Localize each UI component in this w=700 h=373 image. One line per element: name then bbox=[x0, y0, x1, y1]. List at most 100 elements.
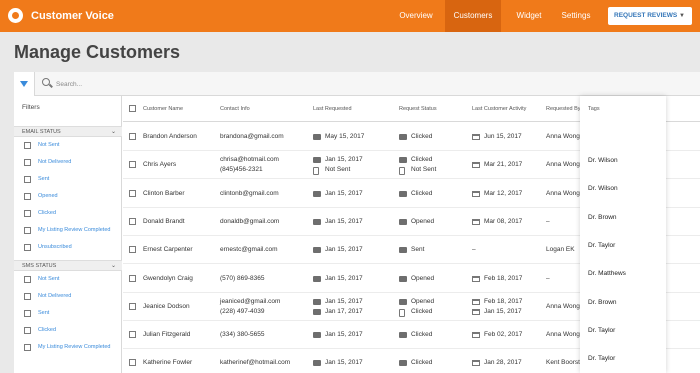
last-customer-activity: Mar 12, 2017 bbox=[484, 189, 523, 197]
email-status-filter-option[interactable]: Clicked bbox=[14, 206, 122, 222]
sms-status-filter-option[interactable]: My Listing Review Completed bbox=[14, 340, 122, 356]
page-title: Manage Customers bbox=[14, 42, 181, 62]
checkbox[interactable] bbox=[24, 293, 31, 300]
checkbox[interactable] bbox=[24, 159, 31, 166]
row-checkbox[interactable] bbox=[129, 331, 136, 339]
contact-info[interactable]: clintonb@gmail.com bbox=[220, 190, 279, 197]
checkbox[interactable] bbox=[24, 244, 31, 251]
email-icon bbox=[313, 190, 321, 197]
email-status-filter-option[interactable]: Not Sent bbox=[14, 138, 122, 154]
contact-info[interactable]: donaldb@gmail.com bbox=[220, 218, 279, 225]
requested-by: Anna Wong bbox=[546, 133, 580, 140]
select-all-checkbox[interactable] bbox=[129, 105, 136, 112]
row-checkbox[interactable] bbox=[129, 189, 136, 197]
customer-name[interactable]: Julian Fitzgerald bbox=[143, 331, 190, 338]
contact-info[interactable]: (228) 497-4039 bbox=[220, 308, 264, 315]
row-checkbox[interactable] bbox=[129, 302, 136, 310]
tag-label[interactable]: Dr. Brown bbox=[588, 214, 617, 221]
row-checkbox[interactable] bbox=[129, 246, 136, 254]
row-checkbox[interactable] bbox=[129, 217, 136, 225]
requested-by: Anna Wong bbox=[546, 302, 580, 310]
column-header-requested-by[interactable]: Requested By bbox=[546, 106, 581, 112]
contact-info[interactable]: jeaniced@gmail.com bbox=[220, 298, 280, 305]
checkbox[interactable] bbox=[24, 227, 31, 234]
tag-label[interactable]: Dr. Wilson bbox=[588, 157, 618, 164]
sms-status-filter-option[interactable]: Clicked bbox=[14, 323, 122, 339]
sms-status-filter-option[interactable]: Not Delivered bbox=[14, 289, 122, 305]
sms-status-header[interactable]: SMS STATUS ⌄ bbox=[14, 260, 122, 271]
search-input[interactable] bbox=[56, 78, 196, 90]
filter-option-label: Not Sent bbox=[38, 142, 60, 148]
row-checkbox[interactable] bbox=[129, 161, 136, 169]
row-checkbox[interactable] bbox=[129, 359, 136, 367]
email-icon bbox=[399, 190, 407, 197]
sms-status-label: SMS STATUS bbox=[22, 263, 57, 269]
email-status-header[interactable]: EMAIL STATUS ⌄ bbox=[14, 126, 122, 137]
customer-name[interactable]: Gwendolyn Craig bbox=[143, 275, 193, 282]
nav-customers[interactable]: Customers bbox=[445, 0, 501, 32]
checkbox[interactable] bbox=[24, 142, 31, 149]
email-status-filter-option[interactable]: Opened bbox=[14, 189, 122, 205]
email-status-label: EMAIL STATUS bbox=[22, 129, 61, 135]
tag-label[interactable]: Dr. Taylor bbox=[588, 327, 615, 334]
sms-status-filter-option[interactable]: Not Sent bbox=[14, 272, 122, 288]
customer-name[interactable]: Donald Brandt bbox=[143, 218, 185, 225]
sms-status-filter-option[interactable]: Sent bbox=[14, 306, 122, 322]
checkbox[interactable] bbox=[24, 327, 31, 334]
contact-info[interactable]: (570) 869-8365 bbox=[220, 275, 264, 282]
tag-label[interactable]: Dr. Wilson bbox=[588, 185, 618, 192]
customer-name[interactable]: Ernest Carpenter bbox=[143, 246, 193, 253]
filter-option-label: My Listing Review Completed bbox=[38, 344, 111, 350]
column-header-contact-info[interactable]: Contact Info bbox=[220, 106, 250, 112]
chevron-down-icon[interactable]: ⌄ bbox=[111, 261, 116, 271]
customer-name[interactable]: Brandon Anderson bbox=[143, 133, 197, 140]
filters-sidebar: Filters EMAIL STATUS ⌄ Not Sent Not Deliver… bbox=[14, 96, 122, 373]
requested-by: Logan EK bbox=[546, 246, 575, 254]
chevron-down-icon[interactable]: ⌄ bbox=[111, 127, 116, 137]
contact-info[interactable]: brandona@gmail.com bbox=[220, 133, 284, 140]
row-checkbox[interactable] bbox=[129, 133, 136, 140]
column-header-request-status[interactable]: Request Status bbox=[399, 106, 437, 112]
customer-name[interactable]: Katherine Fowler bbox=[143, 359, 192, 366]
row-checkbox[interactable] bbox=[129, 274, 136, 282]
column-header-last-customer-activity[interactable]: Last Customer Activity bbox=[472, 106, 526, 112]
request-status: Opened bbox=[411, 274, 435, 282]
email-status-filter-option[interactable]: Sent bbox=[14, 172, 122, 188]
heart-logo-icon[interactable] bbox=[8, 8, 23, 23]
email-status-filter-option[interactable]: Not Delivered bbox=[14, 155, 122, 171]
nav-settings[interactable]: Settings bbox=[553, 0, 599, 32]
nav-overview[interactable]: Overview bbox=[389, 0, 443, 32]
nav-widget[interactable]: Widget bbox=[507, 0, 551, 32]
contact-info[interactable]: (334) 380-5655 bbox=[220, 331, 264, 338]
checkbox[interactable] bbox=[24, 344, 31, 351]
email-status-filter-option[interactable]: My Listing Review Completed bbox=[14, 223, 122, 239]
tag-label[interactable]: Dr. Taylor bbox=[588, 242, 615, 249]
tag-label[interactable]: Dr. Matthews bbox=[588, 270, 626, 277]
phone-icon bbox=[399, 308, 405, 317]
customer-name[interactable]: Jeanice Dodson bbox=[143, 303, 190, 310]
request-reviews-button[interactable]: REQUEST REVIEWS ▼ bbox=[608, 7, 692, 25]
email-status-filter-option[interactable]: Unsubscribed bbox=[14, 240, 122, 256]
brand-name[interactable]: Customer Voice bbox=[31, 10, 114, 22]
tag-label[interactable]: Dr. Taylor bbox=[588, 355, 615, 362]
filter-icon[interactable] bbox=[14, 72, 35, 96]
checkbox[interactable] bbox=[24, 193, 31, 200]
tag-label[interactable]: Dr. Brown bbox=[588, 299, 617, 306]
checkbox[interactable] bbox=[24, 210, 31, 217]
contact-info[interactable]: katherinef@hotmail.com bbox=[220, 359, 290, 366]
checkbox[interactable] bbox=[24, 310, 31, 317]
contact-info[interactable]: ernestc@gmail.com bbox=[220, 246, 278, 253]
checkbox[interactable] bbox=[24, 176, 31, 183]
last-customer-activity: Jun 15, 2017 bbox=[484, 133, 522, 140]
customer-name[interactable]: Chris Ayers bbox=[143, 161, 176, 168]
last-customer-activity: Mar 21, 2017 bbox=[484, 161, 523, 169]
contact-info[interactable]: (845)456-2321 bbox=[220, 166, 263, 173]
column-header-last-requested[interactable]: Last Requested bbox=[313, 106, 352, 112]
checkbox[interactable] bbox=[24, 276, 31, 283]
customer-name[interactable]: Clinton Barber bbox=[143, 190, 185, 197]
request-status: Clicked bbox=[411, 133, 433, 140]
tags-column: Tags Dr. Wilson Dr. Wilson Dr. Brown Dr. Ta… bbox=[580, 96, 666, 373]
column-header-customer-name[interactable]: Customer Name bbox=[143, 106, 183, 112]
calendar-icon bbox=[472, 360, 480, 367]
contact-info[interactable]: chrisa@hotmail.com bbox=[220, 156, 279, 163]
